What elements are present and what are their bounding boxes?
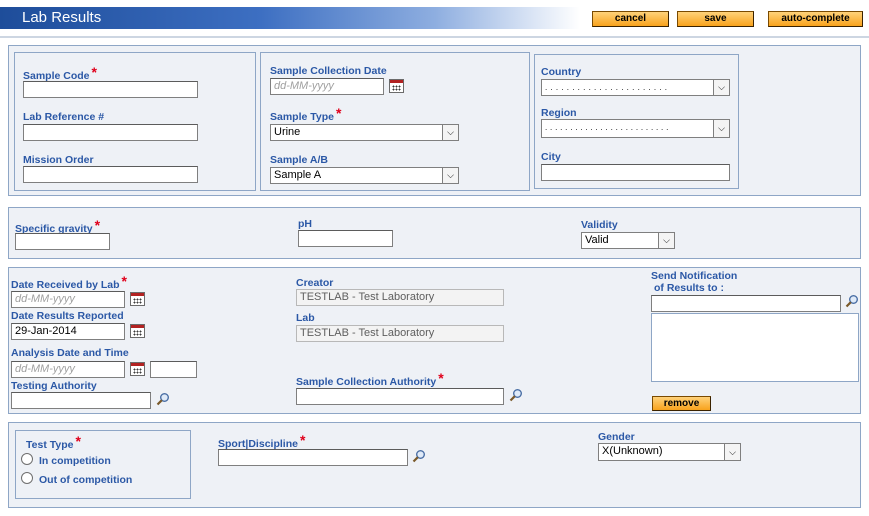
mission-order-label: Mission Order (23, 154, 94, 166)
collection-authority-input[interactable] (296, 388, 504, 405)
sport-discipline-label: Sport|Discipline * (218, 432, 306, 450)
search-icon[interactable] (156, 392, 170, 406)
chevron-down-icon: ⌵ (713, 120, 729, 137)
sample-code-input[interactable] (23, 81, 198, 98)
sport-discipline-input[interactable] (218, 449, 408, 466)
sample-code-label: Sample Code * (23, 64, 97, 82)
sample-type-select[interactable]: Urine ⌵ (270, 124, 459, 141)
cancel-button[interactable]: cancel (592, 11, 669, 27)
country-label: Country (541, 66, 582, 78)
ph-label: pH (298, 218, 312, 230)
gender-label: Gender (598, 431, 635, 443)
analysis-time-input[interactable] (150, 361, 197, 378)
mission-order-input[interactable] (23, 166, 198, 183)
chevron-down-icon: ⌵ (658, 233, 674, 248)
lab-reference-label: Lab Reference # (23, 111, 105, 123)
out-of-competition-radio[interactable] (21, 472, 33, 484)
test-type-label: Test Type * (26, 433, 81, 451)
sample-type-label: Sample Type * (270, 105, 342, 123)
analysis-date-label: Analysis Date and Time (11, 347, 129, 359)
calendar-icon[interactable] (130, 362, 145, 376)
notify-label: Send Notification (651, 270, 738, 282)
ph-input[interactable] (298, 230, 393, 247)
header-divider (0, 36, 869, 38)
auto-complete-button[interactable]: auto-complete (768, 11, 863, 27)
analysis-date-input[interactable]: dd-MM-yyyy (11, 361, 125, 378)
out-of-competition-label: Out of competition (39, 474, 133, 486)
city-input[interactable] (541, 164, 730, 181)
collection-date-input[interactable]: dd-MM-yyyy (270, 78, 384, 95)
lab-field: TESTLAB - Test Laboratory (296, 325, 504, 342)
specific-gravity-input[interactable] (15, 233, 110, 250)
lab-label: Lab (296, 312, 315, 324)
validity-select[interactable]: Valid ⌵ (581, 232, 675, 249)
date-received-label: Date Received by Lab * (11, 273, 127, 291)
chevron-down-icon: ⌵ (442, 125, 458, 140)
search-icon[interactable] (845, 294, 859, 308)
save-button[interactable]: save (677, 11, 754, 27)
sample-ab-select[interactable]: Sample A ⌵ (270, 167, 459, 184)
region-label: Region (541, 107, 577, 119)
date-reported-label: Date Results Reported (11, 310, 124, 322)
remove-button[interactable]: remove (652, 396, 711, 411)
collection-date-label: Sample Collection Date (270, 65, 387, 77)
chevron-down-icon: ⌵ (713, 80, 729, 95)
testing-authority-input[interactable] (11, 392, 151, 409)
in-competition-label: In competition (39, 455, 111, 467)
page-title: Lab Results (22, 9, 102, 26)
chevron-down-icon: ⌵ (442, 168, 458, 183)
validity-label: Validity (581, 219, 618, 231)
notify-label-line2: of Results to : (654, 282, 724, 294)
creator-field: TESTLAB - Test Laboratory (296, 289, 504, 306)
search-icon[interactable] (412, 449, 426, 463)
calendar-icon[interactable] (389, 79, 404, 93)
city-label: City (541, 151, 561, 163)
region-select[interactable]: . . . . . . . . . . . . . . . . . . . . … (541, 119, 730, 138)
creator-label: Creator (296, 277, 334, 289)
calendar-icon[interactable] (130, 324, 145, 338)
search-icon[interactable] (509, 388, 523, 402)
lab-reference-input[interactable] (23, 124, 198, 141)
testing-authority-label: Testing Authority (11, 380, 97, 392)
country-select[interactable]: . . . . . . . . . . . . . . . . . . . . … (541, 79, 730, 96)
collection-authority-label: Sample Collection Authority * (296, 370, 444, 388)
calendar-icon[interactable] (130, 292, 145, 306)
date-received-input[interactable]: dd-MM-yyyy (11, 291, 125, 308)
notify-recipient-list[interactable] (651, 313, 859, 382)
date-reported-input[interactable]: 29-Jan-2014 (11, 323, 125, 340)
measurements-panel (8, 207, 861, 259)
in-competition-radio[interactable] (21, 453, 33, 465)
chevron-down-icon: ⌵ (724, 444, 740, 460)
gender-select[interactable]: X(Unknown) ⌵ (598, 443, 741, 461)
sample-ab-label: Sample A/B (270, 154, 328, 166)
notify-recipient-input[interactable] (651, 295, 841, 312)
